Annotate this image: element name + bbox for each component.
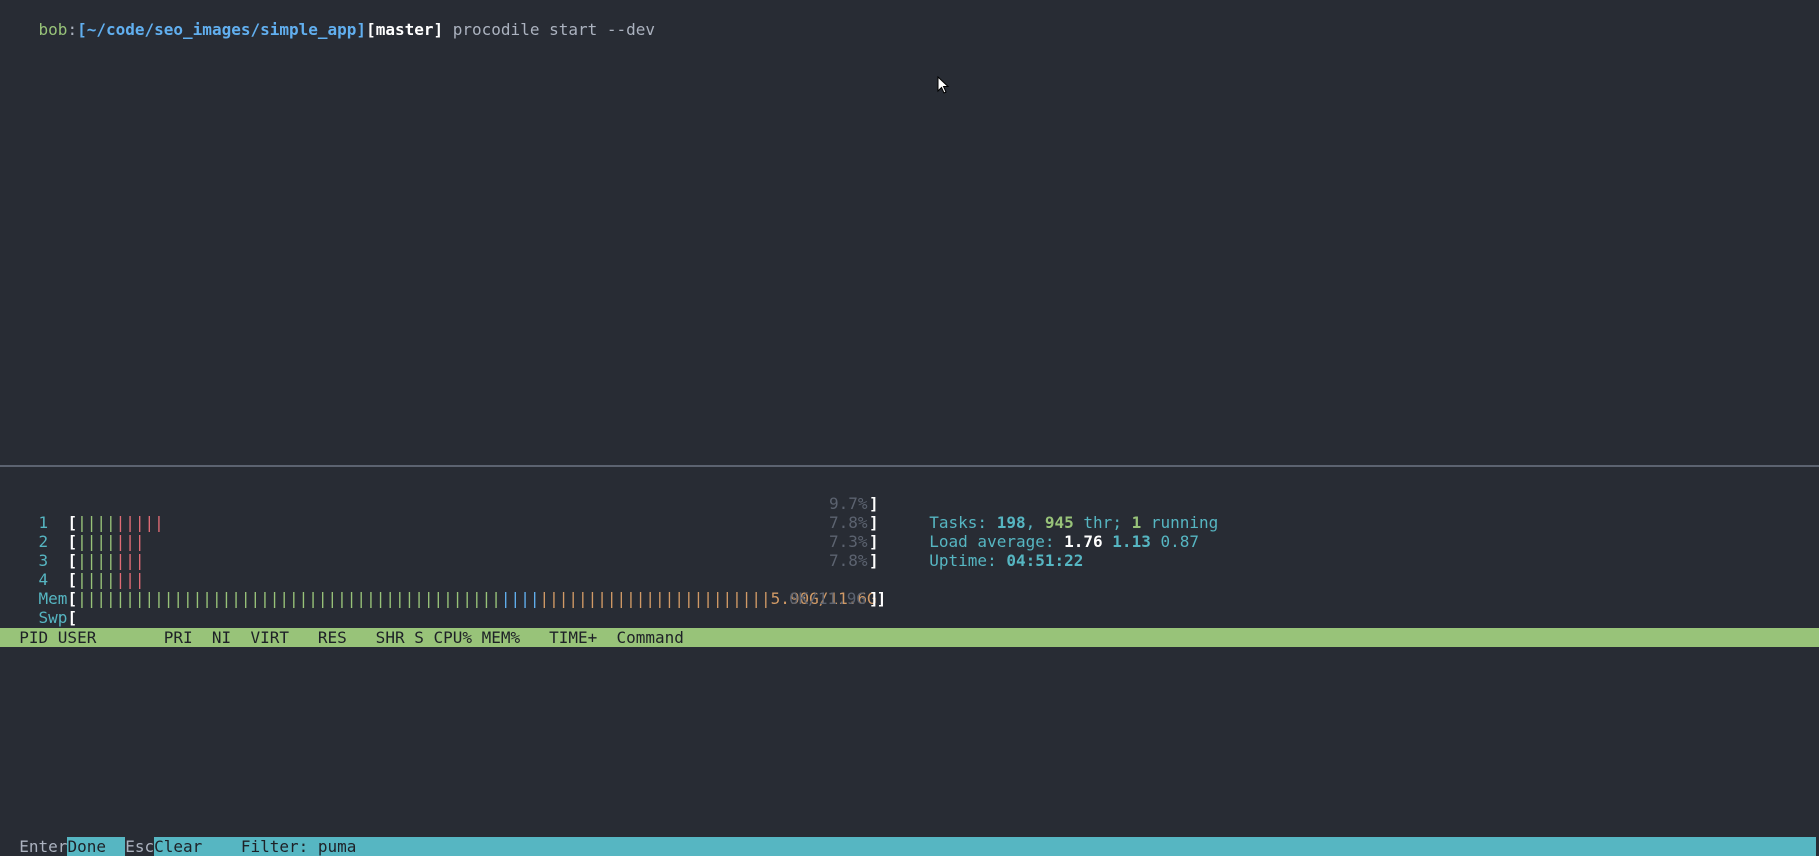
cpu-4-bracket-close: ] — [869, 551, 879, 570]
prompt-command: procodile start --dev — [443, 20, 656, 39]
cpu-1-percent: 9.7% — [829, 494, 868, 513]
load-5min: 1.13 — [1112, 532, 1151, 551]
cpu-meter-2: 2 [||||||| — [38, 532, 145, 551]
cpu-4-percent: 7.8% — [829, 551, 868, 570]
footer-fill — [356, 837, 1817, 856]
cpu-meter-3: 3 [||||||| — [38, 551, 145, 570]
htop-footer: EnterDone EscClear Filter: puma — [0, 818, 1819, 856]
tasks-stat: Tasks: 198, 945 thr; 1 running — [910, 494, 1218, 532]
filter-input[interactable]: Filter: puma — [221, 837, 357, 856]
mem-bar-buffers: |||| — [500, 589, 540, 608]
load-average-stat: Load average: 1.76 1.13 0.87 — [910, 513, 1199, 551]
cpu-2-bracket-close: ] — [869, 513, 879, 532]
prompt-separator: : — [67, 20, 78, 39]
mem-bar-used: ||||||||||||||||||||||||||||||||||||||||… — [77, 589, 501, 608]
load-15min: 0.87 — [1160, 532, 1199, 551]
swap-bracket-close: ] — [869, 589, 879, 608]
uptime-value: 04:51:22 — [1006, 551, 1084, 570]
prompt-user: bob — [38, 20, 68, 39]
swap-meter: Swp[ — [38, 608, 78, 627]
process-table-header[interactable]: PID USER PRI NI VIRT RES SHR S CPU% MEM%… — [0, 628, 1819, 647]
clear-button[interactable]: Clear — [154, 837, 222, 856]
esc-key-label[interactable]: Esc — [125, 837, 155, 856]
done-button[interactable]: Done — [67, 837, 126, 856]
shell-prompt-line: bob:[~/code/seo_images/simple_app][maste… — [0, 1, 656, 39]
mem-meter: Mem[||||||||||||||||||||||||||||||||||||… — [38, 589, 887, 608]
cpu-2-percent: 7.8% — [829, 513, 868, 532]
enter-key-label[interactable]: Enter — [19, 837, 68, 856]
uptime-label: Uptime: — [929, 551, 1007, 570]
uptime-stat: Uptime: 04:51:22 — [910, 532, 1083, 570]
cpu-1-bracket-close: ] — [869, 494, 879, 513]
cpu-meter-1: 1 [||||||||| — [38, 513, 164, 532]
mouse-pointer-icon — [937, 76, 950, 94]
cpu-meter-4: 4 [||||||| — [38, 570, 145, 589]
cpu-3-percent: 7.3% — [829, 532, 868, 551]
terminal-pane-top[interactable]: bob:[~/code/seo_images/simple_app][maste… — [0, 0, 1819, 465]
cpu-3-bracket-close: ] — [869, 532, 879, 551]
swap-label: Swp — [38, 608, 68, 627]
prompt-branch: [master] — [366, 20, 444, 39]
swap-value: 0K/11.9G — [789, 589, 867, 608]
prompt-path: [~/code/seo_images/simple_app] — [77, 20, 367, 39]
mem-bar-cache: |||||||||||||||||||||||| — [539, 589, 771, 608]
